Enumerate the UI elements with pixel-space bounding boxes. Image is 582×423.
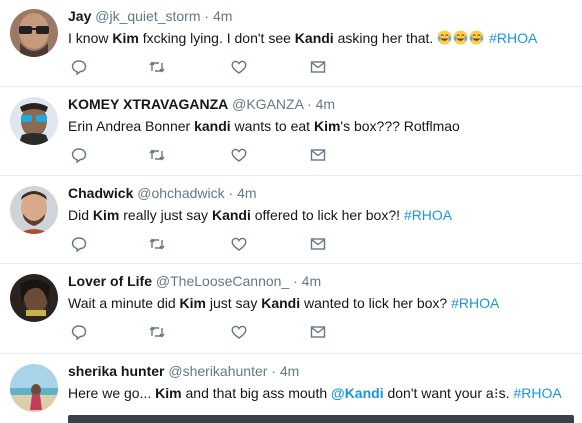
hashtag-link[interactable]: #RHOA: [489, 30, 537, 46]
keyword-highlight: Kim: [92, 207, 120, 223]
user-name[interactable]: Chadwick: [68, 185, 133, 201]
tweet[interactable]: KOMEY XTRAVAGANZA @KGANZA · 4m Erin Andr…: [0, 88, 582, 176]
keyword-highlight: Kim: [112, 30, 139, 46]
timestamp[interactable]: 4m: [280, 363, 299, 379]
avatar[interactable]: [10, 364, 58, 412]
avatar[interactable]: [10, 274, 58, 322]
tweet[interactable]: sherika hunter @sherikahunter · 4m Here …: [0, 355, 582, 423]
envelope-icon[interactable]: [309, 235, 327, 253]
heart-icon[interactable]: [230, 235, 248, 253]
tears-of-joy-emoji: [469, 30, 484, 45]
avatar[interactable]: [10, 9, 58, 57]
timestamp[interactable]: 4m: [302, 273, 321, 289]
user-name[interactable]: KOMEY XTRAVAGANZA: [68, 96, 228, 112]
tweet-text: Did Kim really just say Kandi offered to…: [68, 206, 574, 225]
retweet-icon[interactable]: [148, 146, 166, 164]
text-part: Here we go...: [68, 385, 156, 401]
hashtag-link[interactable]: #RHOA: [404, 207, 452, 223]
text-part: offered to lick her box?!: [250, 207, 404, 223]
reply-icon[interactable]: [70, 235, 88, 253]
media-preview[interactable]: [68, 415, 574, 423]
retweet-icon[interactable]: [148, 235, 166, 253]
retweet-icon[interactable]: [148, 58, 166, 76]
text-part: and that big ass mouth: [181, 385, 332, 401]
tears-of-joy-emoji: [453, 30, 468, 45]
tweet-text: Erin Andrea Bonner kandi wants to eat Ki…: [68, 117, 574, 136]
text-part: asking her that.: [333, 30, 438, 46]
mention-link[interactable]: @Kandi: [331, 385, 384, 401]
user-handle[interactable]: @TheLooseCannon_: [156, 273, 289, 289]
keyword-highlight: Kim: [155, 385, 182, 401]
heart-icon[interactable]: [230, 58, 248, 76]
envelope-icon[interactable]: [309, 323, 327, 341]
avatar[interactable]: [10, 97, 58, 145]
avatar[interactable]: [10, 186, 58, 234]
reply-icon[interactable]: [70, 323, 88, 341]
separator-dot: ·: [204, 8, 210, 24]
tweet-text: Wait a minute did Kim just say Kandi wan…: [68, 294, 574, 313]
user-handle[interactable]: @ohchadwick: [137, 185, 224, 201]
keyword-highlight: Kim: [313, 118, 341, 134]
separator-dot: ·: [293, 273, 298, 289]
timestamp[interactable]: 4m: [237, 185, 256, 201]
keyword-highlight: kandi: [194, 118, 231, 134]
text-part: really just say: [119, 207, 212, 223]
reply-icon[interactable]: [70, 58, 88, 76]
user-handle[interactable]: @jk_quiet_storm: [95, 8, 200, 24]
timestamp[interactable]: 4m: [316, 96, 335, 112]
tweet-text: Here we go... Kim and that big ass mouth…: [68, 384, 574, 403]
keyword-highlight: Kandi: [261, 295, 301, 311]
keyword-highlight: Kandi: [211, 207, 251, 223]
text-part: Wait a minute did: [68, 295, 180, 311]
text-part: wanted to lick her box?: [300, 295, 452, 311]
user-name[interactable]: sherika hunter: [68, 363, 164, 379]
user-handle[interactable]: @sherikahunter: [168, 363, 267, 379]
text-part: s.: [498, 385, 514, 401]
user-handle[interactable]: @KGANZA: [232, 96, 303, 112]
separator-dot: ·: [271, 363, 276, 379]
keyword-highlight: Kandi: [294, 30, 334, 46]
heart-icon[interactable]: [230, 323, 248, 341]
hashtag-link[interactable]: #RHOA: [451, 295, 499, 311]
user-name[interactable]: Lover of Life: [68, 273, 152, 289]
text-part: fxcking lying. I don't see: [138, 30, 295, 46]
text-part: don't want your a: [383, 385, 494, 401]
text-part: Erin Andrea Bonner: [68, 118, 195, 134]
retweet-icon[interactable]: [148, 323, 166, 341]
text-part: I know: [68, 30, 113, 46]
keyword-highlight: Kim: [179, 295, 206, 311]
text-part: just say: [205, 295, 262, 311]
text-part: 's box??? Rotflmao: [340, 118, 460, 134]
envelope-icon[interactable]: [309, 58, 327, 76]
separator-dot: ·: [228, 185, 234, 201]
tweet[interactable]: Lover of Life @TheLooseCannon_ · 4m Wait…: [0, 265, 582, 354]
separator-dot: ·: [307, 96, 312, 112]
tweet-text: I know Kim fxcking lying. I don't see Ka…: [68, 29, 574, 48]
tweet[interactable]: Chadwick @ohchadwick · 4m Did Kim really…: [0, 177, 582, 264]
reply-icon[interactable]: [70, 146, 88, 164]
tweet[interactable]: Jay @jk_quiet_storm · 4m I know Kim fxck…: [0, 0, 582, 87]
text-part: Did: [68, 207, 93, 223]
heart-icon[interactable]: [230, 146, 248, 164]
tweet-feed: Jay @jk_quiet_storm · 4m I know Kim fxck…: [0, 0, 582, 423]
tears-of-joy-emoji: [437, 30, 452, 45]
envelope-icon[interactable]: [309, 146, 327, 164]
hashtag-link[interactable]: #RHOA: [513, 385, 561, 401]
text-part: wants to eat: [230, 118, 314, 134]
timestamp[interactable]: 4m: [213, 8, 232, 24]
user-name[interactable]: Jay: [68, 8, 91, 24]
